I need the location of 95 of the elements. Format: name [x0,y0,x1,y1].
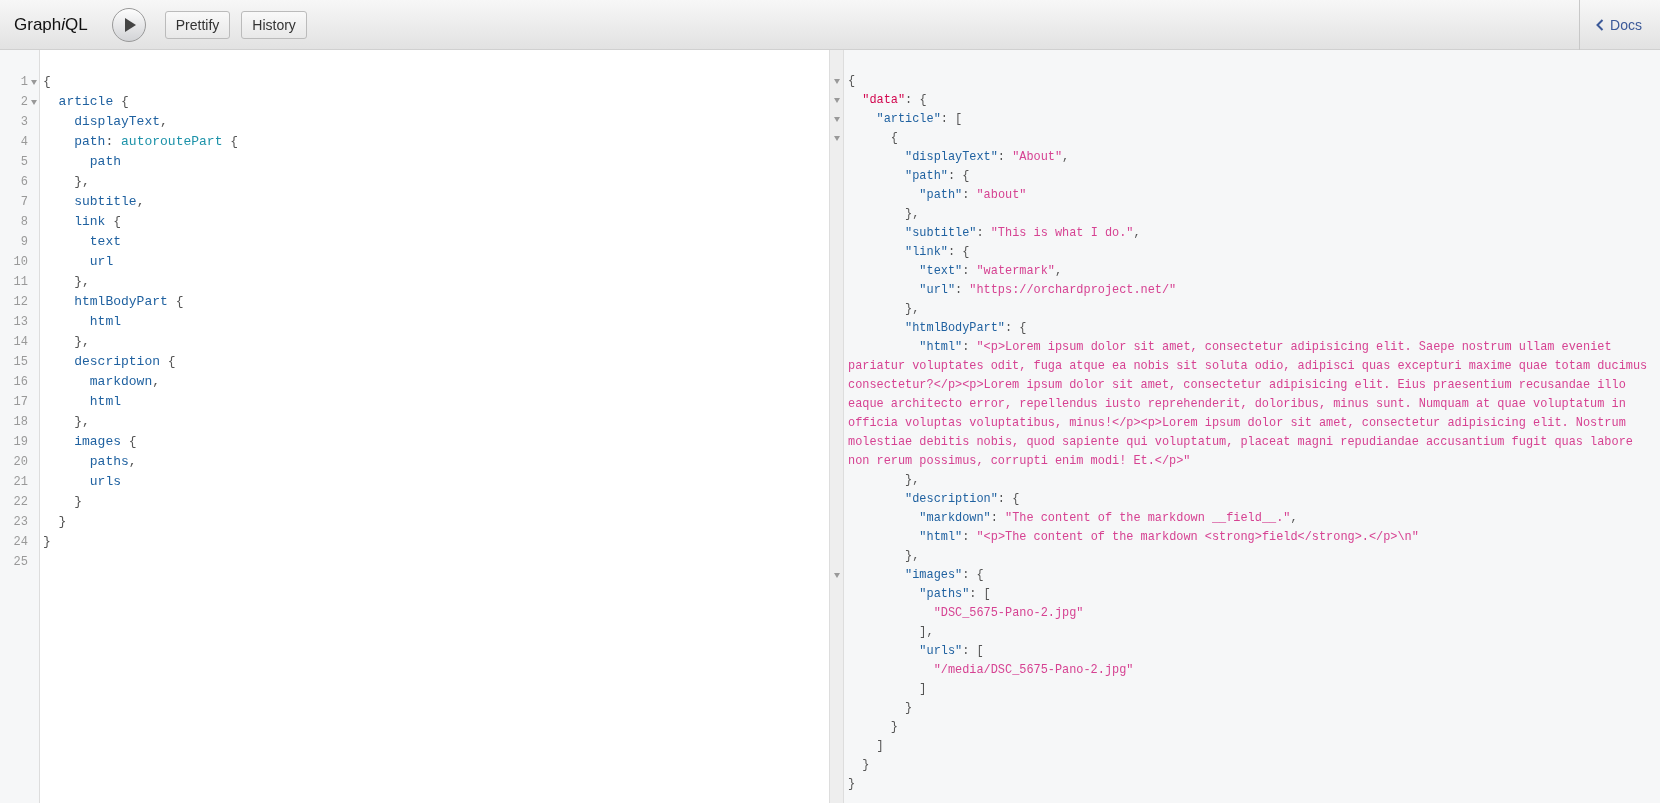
code-line: htmlBodyPart { [73,293,184,311]
line-number: 2 [20,94,28,111]
fold-arrow-icon[interactable] [834,573,840,578]
json-line: } [861,757,870,774]
json-line: "html": "<p>Lorem ipsum dolor sit amet, consectetur adipisicing elit. Saepe nostrum ullam eveniet pariatur voluptates odit, fuga atque ea nobis sit soluta odio, adipisci quas excepturi maxime quae totam ducimus consectetur?</p><p>Lorem ipsum dolor sit amet, consectetur adipisicing elit. Eius praesentium recusandae illo eaque architecto error, repellendus iusto reprehenderit, doloribus, minus sunt. Numquam at quae voluptatum in officia voluptas voluptatibus, minus!</p><p>Lorem ipsum dolor sit amet, consectetur adipisicing elit. Nostrum molestiae debitis nobis, quod sapiente qui voluptatum, placeat magni repudiandae accusantium fugit quas labore non rerum possimus, corrupti enim modi! Et.</p>" [848,339,1649,470]
json-line: "paths": [ [918,586,991,603]
json-line: "text": "watermark", [918,263,1063,280]
json-line: "/media/DSC_5675-Pano-2.jpg" [932,662,1134,679]
code-line: displayText, [73,113,168,131]
json-line: "displayText": "About", [904,149,1070,166]
code-line: link { [73,213,122,231]
fold-arrow-icon[interactable] [834,136,840,141]
json-line: "description": { [904,491,1020,508]
line-number: 23 [13,514,28,531]
json-line: "article": [ [875,111,963,128]
code-line: images { [73,433,137,451]
line-number: 8 [20,214,28,231]
json-line: "html": "<p>The content of the markdown <strong>field</strong>.</p>\n" [918,529,1419,546]
line-number: 22 [13,494,28,511]
fold-arrow-icon[interactable] [31,99,37,105]
json-line: "data": { [861,92,927,109]
line-number: 13 [13,314,28,331]
line-number: 15 [13,354,28,371]
code-line: html [88,313,121,331]
fold-arrow-icon[interactable] [31,79,37,85]
json-line: }, [904,206,920,223]
line-number: 24 [13,534,28,551]
line-number: 14 [13,334,28,351]
fold-arrow-icon[interactable] [834,98,840,103]
json-line: }, [904,472,920,489]
code-line: }, [73,273,90,291]
json-line: "urls": [ [918,643,984,660]
code-line: markdown, [88,373,161,391]
toolbar-button[interactable]: History [241,10,307,39]
code-line: urls [88,473,121,491]
app-title: GraphiQL [14,14,88,35]
code-line: } [73,493,82,511]
toolbar-button[interactable]: Prettify [164,10,231,39]
code-line: path: autoroutePart { [73,133,239,151]
json-line: "link": { [904,244,970,261]
code-line: } [42,533,51,551]
line-number: 16 [13,374,28,391]
chevron-left-icon [1596,18,1605,31]
code-line: paths, [88,453,137,471]
json-line: "htmlBodyPart": { [904,320,1027,337]
line-number: 21 [13,474,28,491]
json-line: ] [918,681,927,698]
json-line: ], [918,624,934,641]
line-number: 4 [20,134,28,151]
play-icon [123,16,138,33]
line-number: 12 [13,294,28,311]
json-line: ] [875,738,884,755]
json-line: "images": { [904,567,984,584]
json-line: }, [904,301,920,318]
line-number: 1 [20,74,28,91]
line-number: 6 [20,174,28,191]
code-line: html [88,393,121,411]
line-number: 17 [13,394,28,411]
line-number: 19 [13,434,28,451]
json-line: "markdown": "The content of the markdown __field__.", [918,510,1298,527]
json-line: { [889,130,898,147]
code-line: }, [73,173,90,191]
code-line: article { [57,93,129,111]
code-line: } [57,513,67,531]
run-button[interactable] [111,7,146,42]
code-line: }, [73,333,90,351]
code-line: path [88,153,121,171]
line-number: 18 [13,414,28,431]
fold-arrow-icon[interactable] [834,79,840,84]
line-number: 7 [20,194,28,211]
json-line: } [904,700,913,717]
code-line: description { [73,353,176,371]
json-line: } [889,719,898,736]
json-line: { [848,73,856,90]
code-line: text [88,233,121,251]
json-line: "url": "https://orchardproject.net/" [918,282,1177,299]
json-line: }, [904,548,920,565]
fold-arrow-icon[interactable] [834,117,840,122]
code-line: { [42,73,51,91]
json-line: "path": { [904,168,970,185]
line-number: 9 [20,234,28,251]
json-line: "subtitle": "This is what I do.", [904,225,1141,242]
line-number: 10 [13,254,28,271]
line-number: 5 [20,154,28,171]
line-number: 20 [13,454,28,471]
line-number: 25 [13,554,28,571]
json-line: "DSC_5675-Pano-2.jpg" [932,605,1084,622]
code-line: url [88,253,114,271]
code-line: subtitle, [73,193,145,211]
line-number: 3 [20,114,28,131]
code-line: }, [73,413,90,431]
line-number: 11 [13,274,28,291]
json-line: "path": "about" [918,187,1027,204]
json-line: } [848,776,856,793]
docs-button[interactable]: Docs [1579,0,1660,50]
